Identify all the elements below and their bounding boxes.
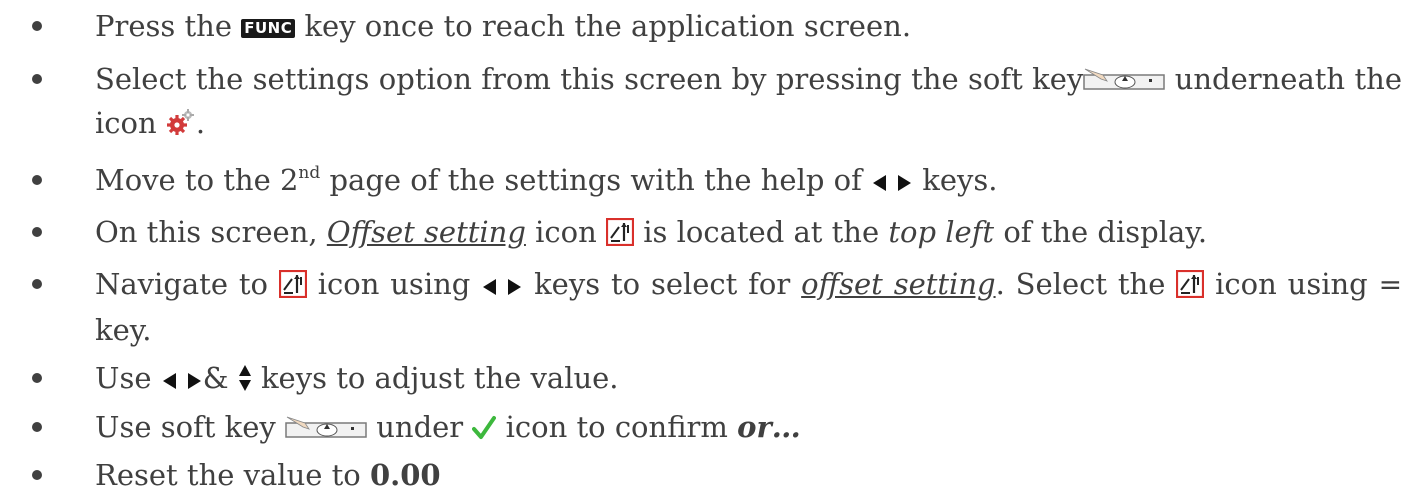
item-text: underneath [1174,62,1346,96]
bullet [32,227,42,237]
list-item: Press the FUNC key once to reach the app… [0,5,1420,47]
item-text: Reset the value to [95,458,361,492]
item-text: On this screen, [95,215,318,249]
item-text: keys to select for [534,267,791,301]
item-text: . [195,106,206,140]
instruction-list: Press the FUNC key once to reach the app… [0,0,1420,496]
superscript: nd [298,163,321,183]
item-text: Use [95,361,152,395]
item-text: icon using [317,267,471,301]
bullet [32,422,42,432]
list-item: Select the settings option from this scr… [0,58,1420,148]
bullet [32,175,42,185]
item-text: icon using [1215,267,1368,301]
soft-key-icon [1083,60,1166,102]
item-text: Move to the 2 [95,163,299,197]
item-text-bold: or… [737,410,801,444]
bullet [32,74,42,84]
list-item: Use soft key under icon to confirm or… [0,406,1420,452]
func-key-icon: FUNC [241,19,296,38]
offset-setting-term: Offset setting [326,215,526,249]
item-text: Use soft key [95,410,276,444]
item-text: key. [95,313,152,347]
left-right-arrow-icon [871,163,913,205]
item-text: keys. [922,163,998,197]
item-text: Press the [95,9,233,43]
list-item: Use & keys to adjust the value. [0,357,1420,403]
item-text: page of the settings with the help of [329,163,862,197]
soft-key-icon [285,408,367,450]
item-text: keys to adjust the value. [260,361,619,395]
gear-icon [166,106,196,148]
bullet [32,470,42,480]
item-text: key once to reach the application screen… [304,9,912,43]
item-text: under [376,410,464,444]
offset-setting-icon [1176,267,1205,309]
list-item: Reset the value to 0.00 [0,454,1420,496]
list-item: Move to the 2nd page of the settings wit… [0,159,1420,205]
item-text: . Select the [995,267,1166,301]
left-right-arrow-icon [481,267,523,309]
offset-setting-icon [278,267,307,309]
offset-setting-icon [605,215,635,257]
left-right-arrow-icon [161,361,203,403]
bullet [32,21,42,31]
item-text: of the display. [1003,215,1208,249]
offset-setting-term: offset setting [801,267,996,301]
item-text: is located at the [643,215,880,249]
checkmark-icon [472,410,497,452]
item-text: icon to confirm [505,410,728,444]
item-text-italic: top left [888,215,995,249]
equals-key-icon: = [1378,268,1403,301]
up-down-arrow-icon [238,361,252,403]
item-text: Navigate to [95,267,268,301]
reset-value: 0.00 [369,458,441,492]
bullet [32,373,42,383]
list-item: On this screen, Offset setting icon is l… [0,211,1420,257]
list-item: Navigate to icon using keys to select fo… [0,263,1420,351]
item-text: icon [535,215,597,249]
bullet [32,279,42,289]
item-text: & [202,361,229,395]
item-text: Select the settings option from this scr… [95,62,1084,96]
